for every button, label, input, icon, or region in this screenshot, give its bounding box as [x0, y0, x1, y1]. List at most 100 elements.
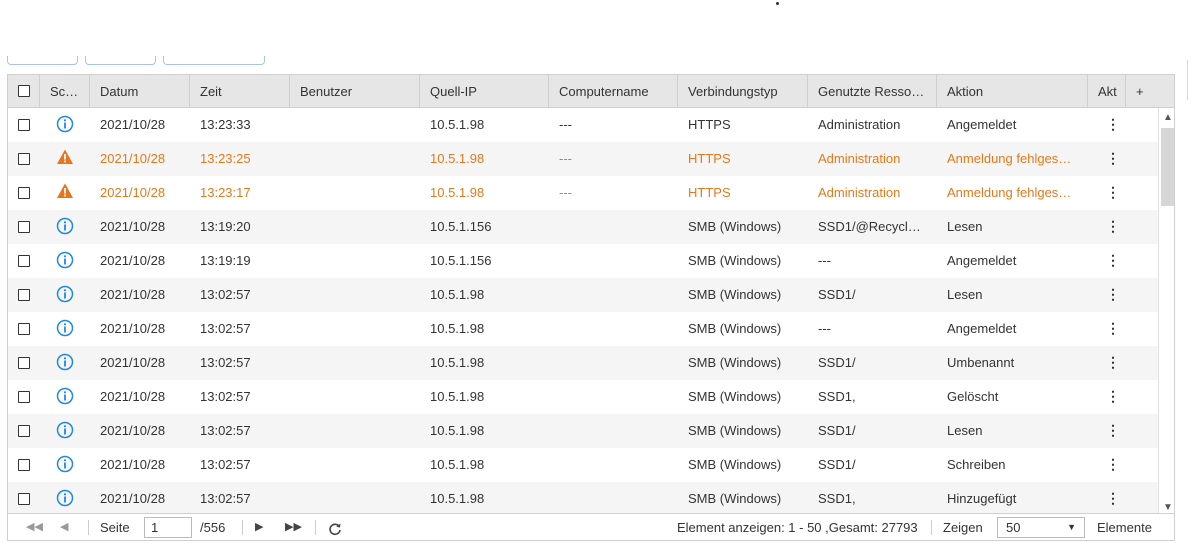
cell-user — [300, 210, 425, 244]
chevron-down-icon: ▼ — [1067, 522, 1076, 532]
kebab-menu-icon[interactable]: ⋮ — [1106, 320, 1120, 336]
table-row[interactable]: 2021/10/28 13:19:20 10.5.1.156 SMB (Windows… — [8, 210, 1158, 244]
grid-header: Sc… Datum Zeit Benutzer Quell-IP Compute… — [8, 75, 1174, 108]
kebab-menu-icon[interactable]: ⋮ — [1106, 116, 1120, 132]
header-severity[interactable]: Sc… — [40, 75, 90, 108]
items-label: Elemente — [1097, 520, 1152, 535]
add-column-button[interactable]: + — [1126, 75, 1174, 108]
cell-action: Angemeldet — [947, 117, 1017, 132]
table-row[interactable]: 2021/10/28 13:02:57 10.5.1.98 SMB (Windows)… — [8, 482, 1158, 513]
cell-resource: SSD1, — [818, 491, 856, 506]
kebab-menu-icon[interactable]: ⋮ — [1106, 422, 1120, 438]
row-checkbox[interactable] — [18, 425, 30, 437]
cell-connection-type: SMB (Windows) — [688, 355, 782, 370]
cell-time: 13:23:25 — [200, 151, 251, 166]
row-checkbox[interactable] — [18, 391, 30, 403]
table-row[interactable]: 2021/10/28 13:19:19 10.5.1.156 SMB (Windows… — [8, 244, 1158, 278]
header-row-actions[interactable]: Akt — [1088, 75, 1126, 108]
header-action[interactable]: Aktion — [937, 75, 1088, 108]
row-checkbox[interactable] — [18, 459, 30, 471]
row-checkbox[interactable] — [18, 323, 30, 335]
scroll-down-icon[interactable]: ▼ — [1163, 502, 1173, 513]
page-number-input[interactable] — [144, 517, 192, 538]
cell-computer-name — [559, 380, 683, 414]
header-user[interactable]: Benutzer — [290, 75, 420, 108]
table-row[interactable]: 2021/10/28 13:23:17 10.5.1.98 --- HTTPS Admin… — [8, 176, 1158, 210]
header-select-cell — [8, 75, 40, 108]
cell-source-ip: 10.5.1.98 — [430, 355, 485, 370]
header-computer-name[interactable]: Computername — [549, 75, 678, 108]
cell-resource: Administration — [818, 185, 901, 200]
table-row[interactable]: 2021/10/28 13:02:57 10.5.1.98 SMB (Windows)… — [8, 448, 1158, 482]
row-checkbox[interactable] — [18, 221, 30, 233]
pager-divider — [242, 520, 243, 535]
cell-user — [300, 448, 425, 482]
cell-date: 2021/10/28 — [100, 321, 166, 336]
cell-resource: Administration — [818, 117, 901, 132]
kebab-menu-icon[interactable]: ⋮ — [1106, 184, 1120, 200]
cell-action: Angemeldet — [947, 253, 1017, 268]
kebab-menu-icon[interactable]: ⋮ — [1106, 490, 1120, 506]
log-grid: Sc… Datum Zeit Benutzer Quell-IP Compute… — [7, 74, 1175, 514]
toolbar-button-1[interactable] — [7, 56, 78, 65]
table-row[interactable]: 2021/10/28 13:02:57 10.5.1.98 SMB (Windows)… — [8, 312, 1158, 346]
header-resource[interactable]: Genutzte Resso… — [808, 75, 937, 108]
header-connection-type[interactable]: Verbindungstyp — [678, 75, 808, 108]
info-icon — [56, 455, 74, 473]
refresh-icon[interactable] — [328, 514, 342, 541]
table-row[interactable]: 2021/10/28 13:02:57 10.5.1.98 SMB (Windows)… — [8, 380, 1158, 414]
table-row[interactable]: 2021/10/28 13:02:57 10.5.1.98 SMB (Windows)… — [8, 414, 1158, 448]
cell-action: Lesen — [947, 423, 983, 438]
cell-connection-type: HTTPS — [688, 151, 731, 166]
cell-connection-type: SMB (Windows) — [688, 491, 782, 506]
row-checkbox[interactable] — [18, 187, 30, 199]
scroll-up-icon[interactable]: ▲ — [1163, 112, 1173, 123]
cell-source-ip: 10.5.1.98 — [430, 491, 485, 506]
table-row[interactable]: 2021/10/28 13:23:25 10.5.1.98 --- HTTPS Admin… — [8, 142, 1158, 176]
kebab-menu-icon[interactable]: ⋮ — [1106, 388, 1120, 404]
cell-resource: --- — [818, 253, 831, 268]
cell-date: 2021/10/28 — [100, 287, 166, 302]
row-checkbox[interactable] — [18, 153, 30, 165]
toolbar-button-2[interactable] — [85, 56, 156, 65]
page-size-select[interactable]: 50 ▼ — [997, 517, 1085, 538]
cell-connection-type: HTTPS — [688, 185, 731, 200]
row-checkbox[interactable] — [18, 493, 30, 505]
kebab-menu-icon[interactable]: ⋮ — [1106, 218, 1120, 234]
item-summary: Element anzeigen: 1 - 50 ,Gesamt: 27793 — [677, 520, 918, 535]
kebab-menu-icon[interactable]: ⋮ — [1106, 150, 1120, 166]
row-checkbox[interactable] — [18, 357, 30, 369]
header-date[interactable]: Datum — [90, 75, 190, 108]
toolbar-button-3[interactable] — [163, 56, 265, 65]
previous-page-icon[interactable]: ◀ — [60, 514, 68, 541]
cell-user — [300, 380, 425, 414]
row-checkbox[interactable] — [18, 289, 30, 301]
table-row[interactable]: 2021/10/28 13:23:33 10.5.1.98 --- HTTPS Admin… — [8, 108, 1158, 142]
cell-time: 13:02:57 — [200, 389, 251, 404]
table-row[interactable]: 2021/10/28 13:02:57 10.5.1.98 SMB (Windows)… — [8, 346, 1158, 380]
next-page-icon[interactable]: ▶ — [255, 514, 263, 541]
cell-source-ip: 10.5.1.98 — [430, 423, 485, 438]
header-source-ip[interactable]: Quell-IP — [420, 75, 549, 108]
info-icon — [56, 489, 74, 507]
cell-connection-type: SMB (Windows) — [688, 253, 782, 268]
cell-action: Lesen — [947, 219, 983, 234]
header-time[interactable]: Zeit — [190, 75, 290, 108]
row-checkbox[interactable] — [18, 119, 30, 131]
cell-user — [300, 278, 425, 312]
first-page-icon[interactable]: ◀◀ — [26, 514, 43, 541]
cell-user — [300, 244, 425, 278]
row-checkbox[interactable] — [18, 255, 30, 267]
kebab-menu-icon[interactable]: ⋮ — [1106, 252, 1120, 268]
right-edge-divider — [1187, 60, 1188, 100]
kebab-menu-icon[interactable]: ⋮ — [1106, 456, 1120, 472]
last-page-icon[interactable]: ▶▶ — [285, 514, 302, 541]
table-row[interactable]: 2021/10/28 13:02:57 10.5.1.98 SMB (Windows)… — [8, 278, 1158, 312]
vertical-scrollbar[interactable]: ▲ ▼ — [1158, 108, 1174, 513]
cell-source-ip: 10.5.1.98 — [430, 321, 485, 336]
cell-computer-name — [559, 482, 683, 513]
kebab-menu-icon[interactable]: ⋮ — [1106, 354, 1120, 370]
select-all-checkbox[interactable] — [18, 85, 30, 97]
kebab-menu-icon[interactable]: ⋮ — [1106, 286, 1120, 302]
scroll-thumb[interactable] — [1161, 128, 1174, 206]
